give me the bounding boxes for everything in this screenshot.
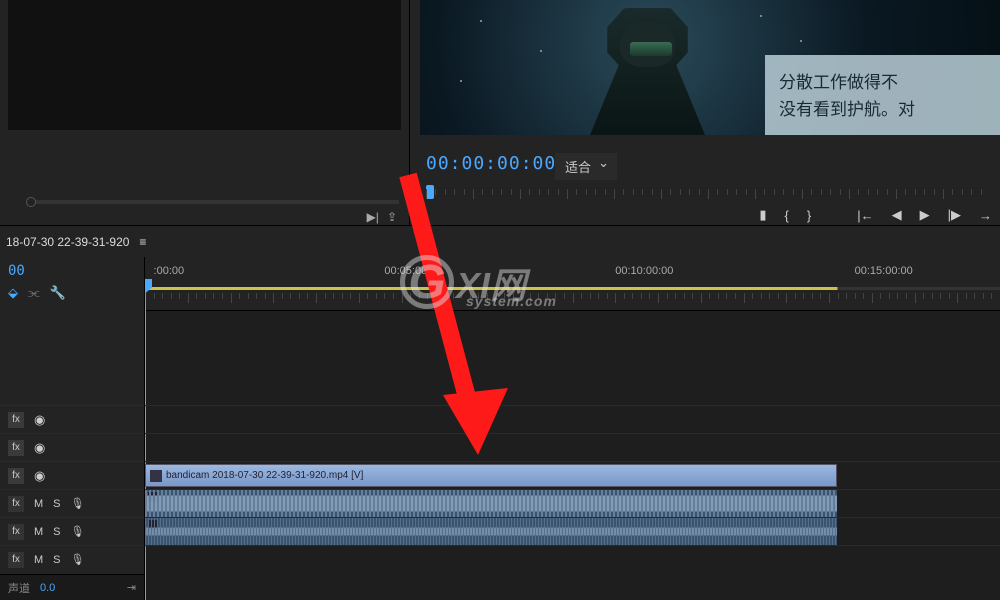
track-a1[interactable] <box>145 489 1000 517</box>
audio-clip-1[interactable] <box>145 490 837 517</box>
timeline-timecode[interactable]: 00 <box>8 263 136 279</box>
v1-fx-icon[interactable]: fx <box>8 468 24 484</box>
zoom-fit-dropdown[interactable]: 适合 <box>555 153 617 180</box>
a3-mute-button[interactable]: M <box>34 554 43 566</box>
program-playhead[interactable] <box>426 185 434 199</box>
time-ruler[interactable]: :00:00 00:05:00:00 00:10:00:00 00:15:00:00 <box>145 257 1000 311</box>
a3-fx-icon[interactable]: fx <box>8 552 24 568</box>
sequence-menu-icon[interactable]: ≡ <box>139 235 146 249</box>
a3-mic-icon[interactable]: 🎙 <box>71 553 85 566</box>
ruler-time-label: 00:05:00:00 <box>384 265 442 277</box>
master-value[interactable]: 0.0 <box>40 582 55 594</box>
timeline-panel: 00 ⬙ ⫘ 🔧 fx ◉ fx ◉ fx ◉ fx M <box>0 257 1000 600</box>
track-v2[interactable] <box>145 433 1000 461</box>
mark-in-button[interactable]: ▮ <box>759 207 766 223</box>
snap-toggle-icon[interactable]: ⬙ <box>8 285 18 301</box>
ruler-time-label: :00:00 <box>154 265 185 277</box>
audio-clip-2[interactable] <box>145 518 837 545</box>
subtitle-overlay: 分散工作做得不 没有看到护航。对 <box>765 55 1000 135</box>
track-header-a3[interactable]: fx M S 🎙 <box>0 545 144 573</box>
video-clip[interactable]: bandicam 2018-07-30 22-39-31-920.mp4 [V] <box>145 464 837 487</box>
track-header-v2[interactable]: fx ◉ <box>0 433 144 461</box>
a1-mic-icon[interactable]: 🎙 <box>71 497 85 510</box>
a2-solo-button[interactable]: S <box>53 526 60 538</box>
overwrite-button[interactable]: ⇪ <box>387 210 397 224</box>
program-video-area[interactable]: 分散工作做得不 没有看到护航。对 <box>420 0 1000 135</box>
go-to-out-button[interactable]: → <box>979 208 992 223</box>
wrench-icon[interactable]: 🔧 <box>50 285 66 301</box>
v2-fx-icon[interactable]: fx <box>8 440 24 456</box>
collapse-icon[interactable]: ⇥ <box>127 581 136 594</box>
linked-selection-icon[interactable]: ⫘ <box>28 285 40 301</box>
program-timecode[interactable]: 00:00:00:00 <box>426 153 556 174</box>
track-a2[interactable] <box>145 517 1000 545</box>
play-button[interactable]: ▶ <box>920 207 930 223</box>
ruler-time-label: 00:10:00:00 <box>615 265 673 277</box>
sequence-tab-bar: 18-07-30 22-39-31-920 ≡ <box>0 225 1000 257</box>
track-a3[interactable] <box>145 545 1000 573</box>
mark-open-button[interactable]: { <box>785 208 789 223</box>
program-monitor-panel: 分散工作做得不 没有看到护航。对 00:00:00:00 适合 ▮ { } |←… <box>410 0 1000 225</box>
track-header-v1[interactable]: fx ◉ <box>0 461 144 489</box>
master-label: 声道 <box>8 580 30 596</box>
insert-button[interactable]: ▶| <box>367 210 379 224</box>
source-scrubber[interactable] <box>30 200 399 204</box>
go-to-in-button[interactable]: |← <box>857 208 873 223</box>
clip-label: bandicam 2018-07-30 22-39-31-920.mp4 [V] <box>166 470 363 481</box>
step-forward-button[interactable]: |▶ <box>948 207 961 223</box>
character-visor <box>630 42 672 56</box>
a3-solo-button[interactable]: S <box>53 554 60 566</box>
source-monitor-panel: ▶| ⇪ <box>0 0 410 225</box>
timeline-tracks-area[interactable]: :00:0000:05:00:0000:10:00:0000:15:00:00 … <box>145 257 1000 600</box>
source-video-area[interactable] <box>8 0 401 130</box>
subtitle-line2: 没有看到护航。对 <box>779 96 996 123</box>
step-back-button[interactable]: ◀ <box>892 207 902 223</box>
a1-solo-button[interactable]: S <box>53 498 60 510</box>
track-v3[interactable] <box>145 405 1000 433</box>
program-scrubber[interactable] <box>426 187 990 203</box>
ruler-time-label: 00:15:00:00 <box>855 265 913 277</box>
v1-visibility-icon[interactable]: ◉ <box>34 468 45 484</box>
mark-close-button[interactable]: } <box>807 208 811 223</box>
a2-mic-icon[interactable]: 🎙 <box>71 525 85 538</box>
timeline-track-header-panel: 00 ⬙ ⫘ 🔧 fx ◉ fx ◉ fx ◉ fx M <box>0 257 145 600</box>
a2-fx-icon[interactable]: fx <box>8 524 24 540</box>
track-v1[interactable]: bandicam 2018-07-30 22-39-31-920.mp4 [V] <box>145 461 1000 489</box>
a1-fx-icon[interactable]: fx <box>8 496 24 512</box>
subtitle-line1: 分散工作做得不 <box>779 69 996 96</box>
track-header-a2[interactable]: fx M S 🎙 <box>0 517 144 545</box>
work-area-bar[interactable] <box>145 287 1000 290</box>
a2-mute-button[interactable]: M <box>34 526 43 538</box>
sequence-tab[interactable]: 18-07-30 22-39-31-920 <box>6 235 129 249</box>
v3-fx-icon[interactable]: fx <box>8 412 24 428</box>
track-header-v3[interactable]: fx ◉ <box>0 405 144 433</box>
v3-visibility-icon[interactable]: ◉ <box>34 412 45 428</box>
master-track-strip: 声道 0.0 ⇥ <box>0 574 144 600</box>
a1-mute-button[interactable]: M <box>34 498 43 510</box>
track-header-a1[interactable]: fx M S 🎙 <box>0 489 144 517</box>
clip-fx-icon <box>150 470 162 482</box>
transport-controls: ▮ { } |← ◀ ▶ |▶ → <box>759 207 992 223</box>
v2-visibility-icon[interactable]: ◉ <box>34 440 45 456</box>
